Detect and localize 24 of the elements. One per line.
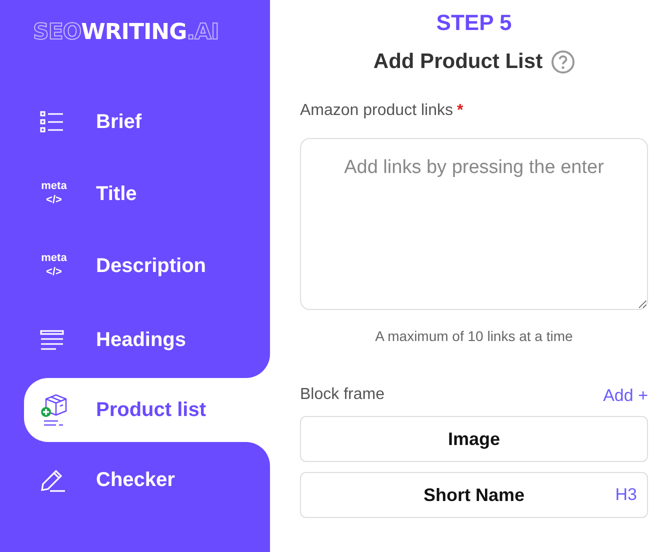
nav-item[interactable]: meta </> Title [0,158,270,230]
meta-code-icon: meta </> [40,180,68,208]
heading-tag: H3 [615,485,637,505]
field-hint: A maximum of 10 links at a time [374,328,574,344]
field-label: Amazon product links [300,102,453,120]
help-icon[interactable] [550,50,575,74]
nav-item[interactable]: Product list [24,378,270,442]
nav-item[interactable]: Checker [0,442,270,518]
nav-item[interactable]: meta </> Description [0,230,270,302]
step-label: STEP 5 [435,10,513,36]
block-item[interactable]: Short Name H3 [300,472,648,518]
nav-item[interactable]: Brief [0,86,270,158]
block-item[interactable]: Image [300,416,648,462]
headings-icon [40,330,64,350]
required-mark: * [456,102,464,120]
section-label: Block frame [300,386,384,405]
add-link[interactable]: Add + [603,386,648,406]
list-icon [40,111,64,133]
logo: SEOWRITING.AI [33,20,219,46]
nav-item[interactable]: Headings [0,302,270,378]
pencil-icon [40,468,66,492]
meta-code-icon: meta </> [40,252,68,280]
page-heading: Add Product List [373,50,543,74]
links-input[interactable]: Add links by pressing the enter [300,138,648,310]
